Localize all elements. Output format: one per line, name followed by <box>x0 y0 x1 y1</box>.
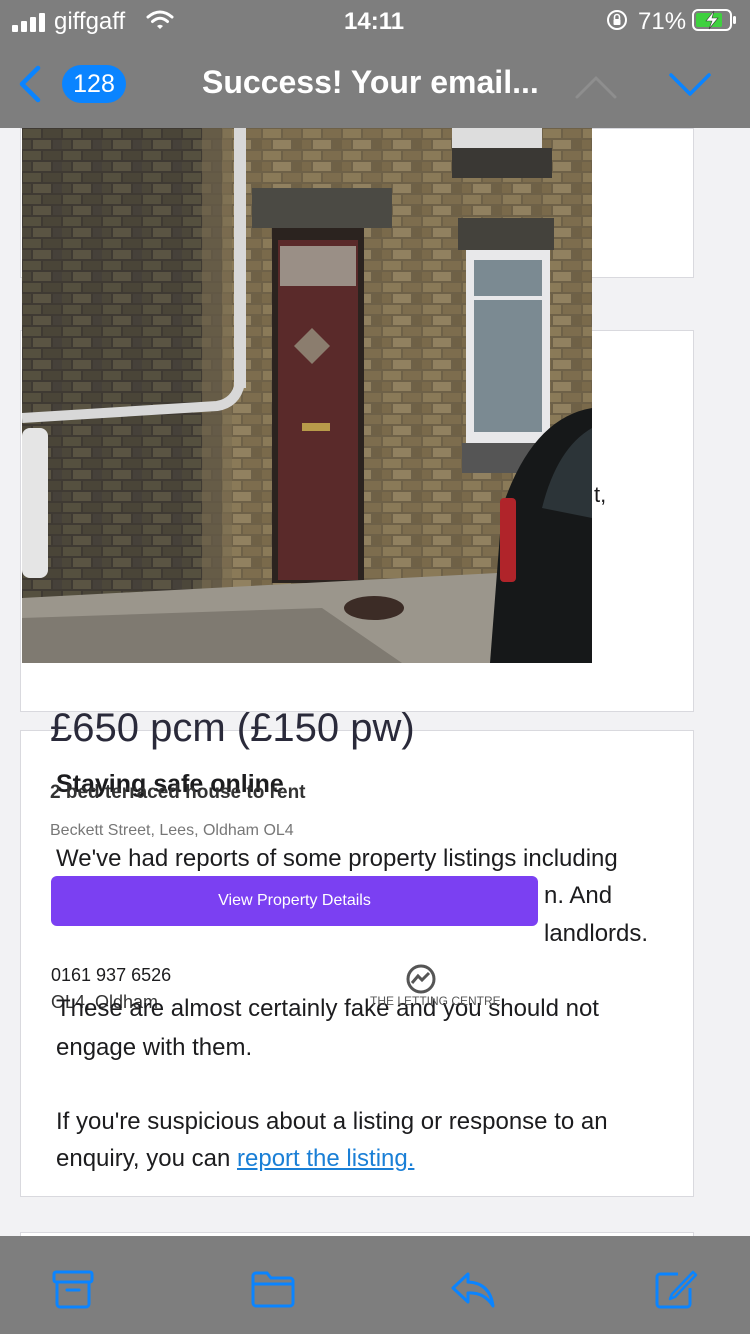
archive-icon[interactable] <box>50 1268 96 1310</box>
status-time: 14:11 <box>344 8 405 35</box>
reply-icon[interactable] <box>450 1268 496 1310</box>
safety-text-line: enquiry, you can report the listing. <box>56 1145 414 1173</box>
top-bar: giffgaff 14:11 71% 128 Success! Your ema… <box>0 0 750 128</box>
agent-phone[interactable]: 0161 937 6526 <box>51 965 171 986</box>
battery-percent: 71% <box>638 8 687 35</box>
unread-count-badge[interactable]: 128 <box>62 65 126 103</box>
email-subject-title: Success! Your email... <box>202 64 539 100</box>
previous-message-chevron-icon[interactable] <box>574 74 618 100</box>
safety-text-line: These are almost certainly fake and you … <box>56 995 599 1022</box>
orientation-lock-icon <box>607 10 627 30</box>
back-chevron-icon[interactable] <box>14 64 44 104</box>
compose-icon[interactable] <box>652 1268 698 1310</box>
safety-text-line: We've had reports of some property listi… <box>56 845 618 872</box>
property-type: 2 bed terraced house to rent <box>50 782 306 803</box>
next-message-chevron-icon[interactable] <box>668 72 712 98</box>
view-property-details-button[interactable]: View Property Details <box>51 876 538 926</box>
carrier-name: giffgaff <box>54 8 126 35</box>
property-address: Beckett Street, Lees, Oldham OL4 <box>50 822 294 839</box>
letting-centre-logo: THE LETTING CENTRE <box>370 964 501 1014</box>
wifi-icon <box>146 10 174 29</box>
house-arrow-logo-icon <box>406 964 436 994</box>
battery-charging-icon <box>692 9 736 31</box>
report-listing-link[interactable]: report the listing. <box>237 1145 414 1172</box>
property-photo[interactable] <box>22 128 592 663</box>
signal-icon <box>12 13 45 32</box>
safety-text-line: n. And <box>544 882 613 909</box>
mail-nav-bar: 128 Success! Your email... <box>0 44 750 128</box>
obscured-text-fragment: t, <box>594 482 607 507</box>
mail-toolbar <box>0 1236 750 1334</box>
safety-text-prefix: enquiry, you can <box>56 1145 231 1172</box>
folder-icon[interactable] <box>250 1268 296 1310</box>
logo-text: THE LETTING CENTRE <box>370 994 501 1008</box>
safety-text-line: landlords. <box>544 920 649 947</box>
listing-price: £650 pcm (£150 pw) <box>50 706 415 750</box>
safety-text-line: If you're suspicious about a listing or … <box>56 1108 608 1135</box>
safety-text-line: engage with them. <box>56 1034 253 1061</box>
status-bar: giffgaff 14:11 71% <box>0 0 750 44</box>
